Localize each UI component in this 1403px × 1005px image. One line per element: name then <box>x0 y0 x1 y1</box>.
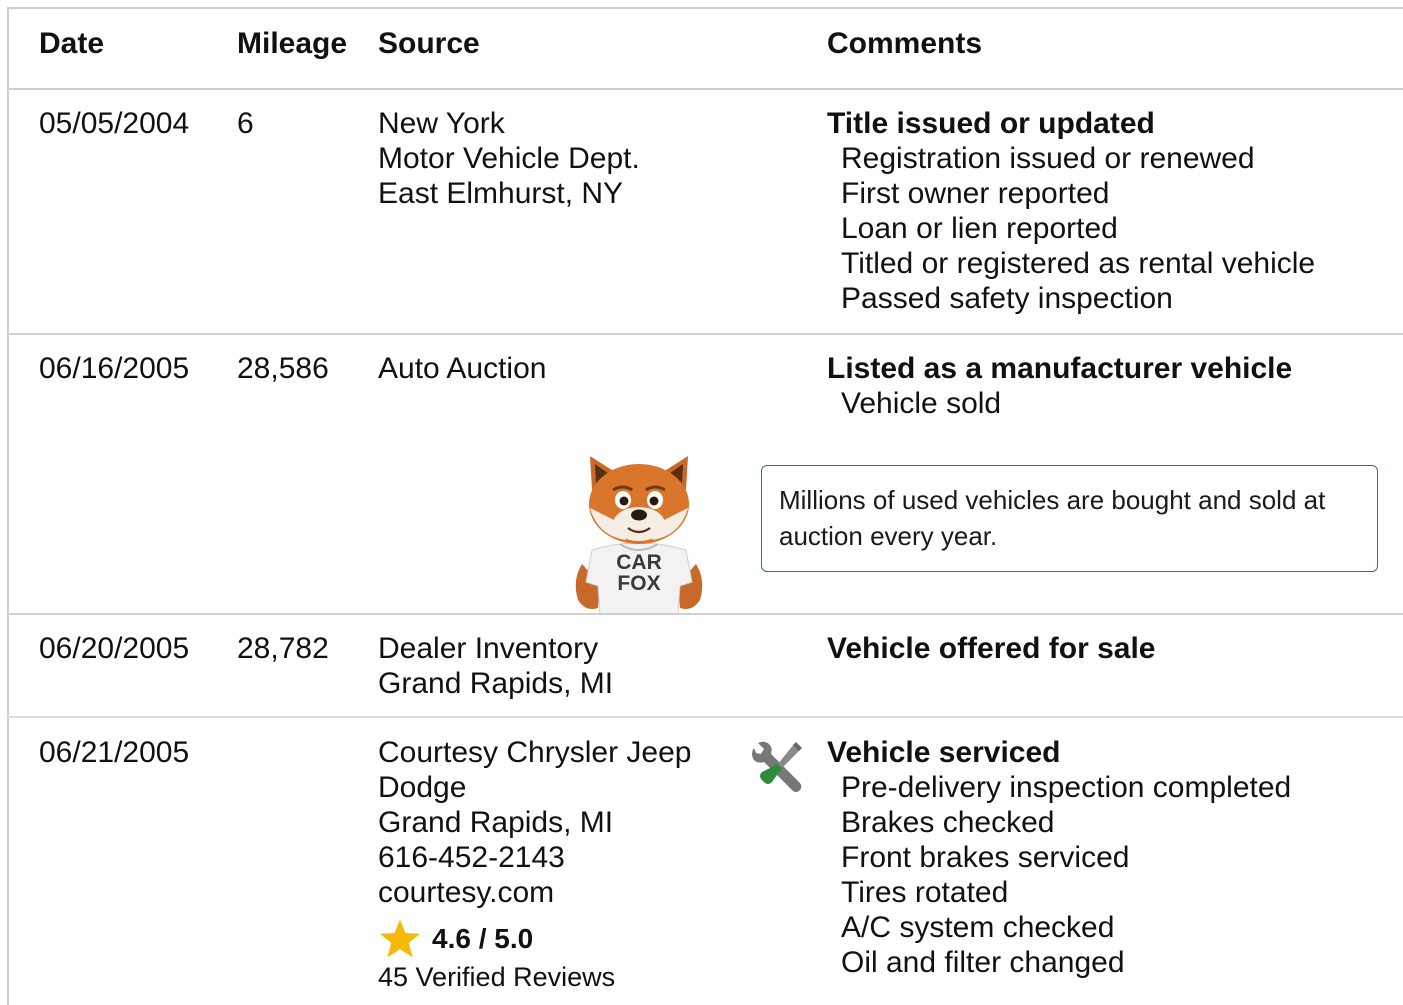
comment-item: Loan or lien reported <box>841 212 1118 245</box>
source-line: Motor Vehicle Dept. <box>378 142 640 175</box>
rating-score: 4.6 / 5.0 <box>432 923 534 954</box>
wrench-screwdriver-icon <box>752 741 802 792</box>
record-2-date: 06/16/2005 <box>39 352 190 385</box>
carfox-mascot: CAR FOX <box>575 456 703 614</box>
comment-item: Vehicle sold <box>841 387 1002 420</box>
comment-item: Oil and filter changed <box>841 946 1125 979</box>
source-line: Courtesy Chrysler Jeep <box>378 736 692 769</box>
row-divider <box>7 716 1403 718</box>
record-3-source: Dealer Inventory Grand Rapids, MI <box>378 631 613 701</box>
row-divider <box>7 333 1403 335</box>
source-line: 616-452-2143 <box>378 841 565 874</box>
source-line: East Elmhurst, NY <box>378 177 624 210</box>
record-4-source: Courtesy Chrysler Jeep Dodge Grand Rapid… <box>378 735 691 910</box>
comment-item: A/C system checked <box>841 911 1115 944</box>
comment-item: Pre-delivery inspection completed <box>841 771 1292 804</box>
dealer-rating[interactable]: 4.6 / 5.0 <box>378 918 533 960</box>
star-icon <box>379 919 421 958</box>
source-line: Grand Rapids, MI <box>378 667 614 700</box>
record-3-mileage: 28,782 <box>237 632 329 665</box>
source-line: Grand Rapids, MI <box>378 806 614 839</box>
comment-title: Vehicle offered for sale <box>827 632 1156 665</box>
record-4-date: 06/21/2005 <box>39 736 190 769</box>
header-divider <box>7 88 1403 90</box>
source-line: Auto Auction <box>378 352 547 385</box>
source-line: New York <box>378 107 505 140</box>
column-header-source: Source <box>378 27 480 60</box>
record-1-mileage: 6 <box>237 107 254 140</box>
auction-tip-box: Millions of used vehicles are bought and… <box>761 465 1378 572</box>
comment-item: Titled or registered as rental vehicle <box>841 247 1316 280</box>
comment-item: Brakes checked <box>841 806 1055 839</box>
record-1-source: New York Motor Vehicle Dept. East Elmhur… <box>378 106 640 211</box>
comment-item: Tires rotated <box>841 876 1009 909</box>
record-1-date: 05/05/2004 <box>39 107 190 140</box>
source-line: Dodge <box>378 771 467 804</box>
verified-reviews-link[interactable]: 45 Verified Reviews <box>378 960 615 994</box>
record-3-comments: Vehicle offered for sale <box>827 631 1155 666</box>
comment-item: First owner reported <box>841 177 1110 210</box>
comment-title: Listed as a manufacturer vehicle <box>827 352 1293 385</box>
row-divider <box>7 613 1403 615</box>
comment-item: Front brakes serviced <box>841 841 1130 874</box>
column-header-date: Date <box>39 27 105 60</box>
column-header-comments: Comments <box>827 27 983 60</box>
source-line: Dealer Inventory <box>378 632 599 665</box>
comment-item: Registration issued or renewed <box>841 142 1255 175</box>
record-1-comments: Title issued or updated Registration iss… <box>827 106 1315 316</box>
comment-title: Title issued or updated <box>827 107 1155 140</box>
record-2-comments: Listed as a manufacturer vehicle Vehicle… <box>827 351 1292 421</box>
comment-title: Vehicle serviced <box>827 736 1061 769</box>
shirt-text-line-1: CAR <box>616 551 662 574</box>
shirt-text-line-2: FOX <box>617 572 660 595</box>
record-4-comments: Vehicle serviced Pre-delivery inspection… <box>827 735 1291 980</box>
comment-item: Passed safety inspection <box>841 282 1173 315</box>
record-2-mileage: 28,586 <box>237 352 329 385</box>
record-2-source: Auto Auction <box>378 351 546 386</box>
dealer-website-link[interactable]: courtesy.com <box>378 875 691 910</box>
column-header-mileage: Mileage <box>237 27 348 60</box>
record-3-date: 06/20/2005 <box>39 632 190 665</box>
